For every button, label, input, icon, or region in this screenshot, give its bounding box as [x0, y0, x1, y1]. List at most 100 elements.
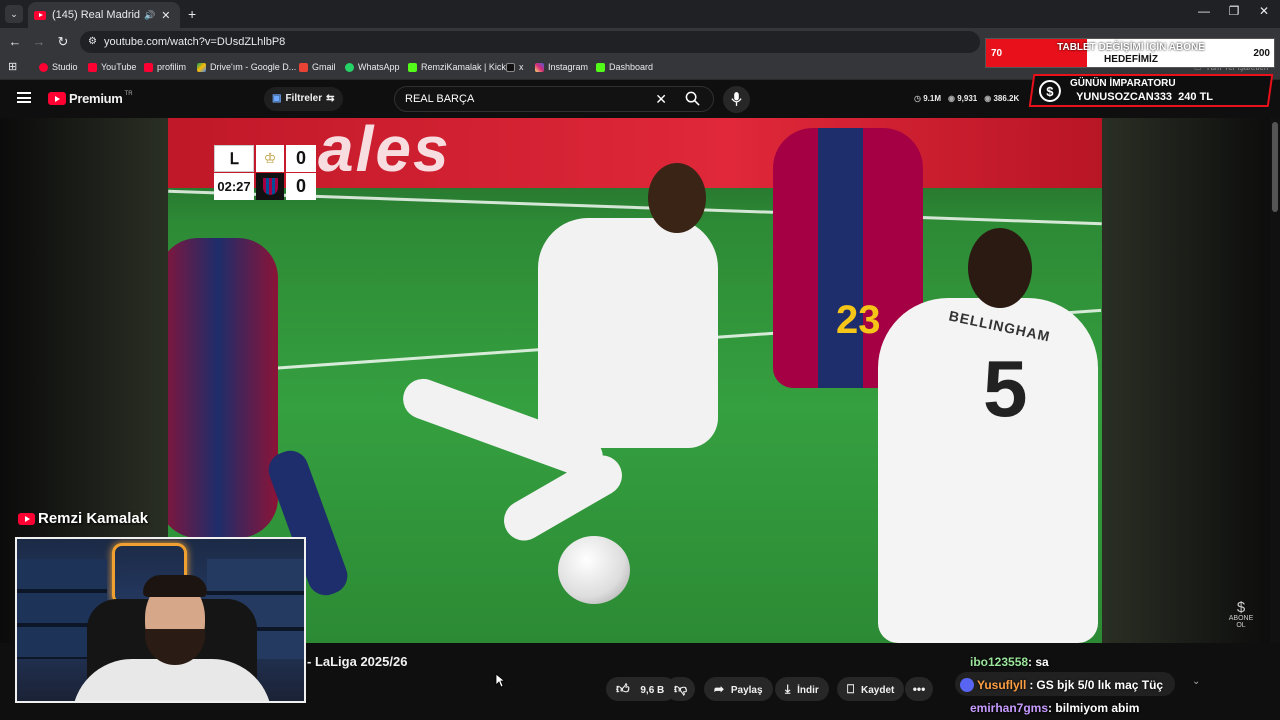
streamer-name-tag: Remzi Kamalak [18, 510, 148, 527]
match-clock: 02:27 [214, 173, 254, 200]
goal-text: TABLET DEĞİŞİMİ İÇİN ABONE HEDEFİMİZ [1057, 42, 1205, 65]
bookmark-profilim[interactable]: profilim [144, 62, 186, 72]
speaker-icon[interactable]: 🔊 [144, 10, 155, 21]
chat-username[interactable]: emirhan7gms [970, 701, 1048, 715]
instagram-icon [535, 62, 544, 72]
bookmark-x[interactable]: x [506, 62, 524, 72]
address-bar[interactable]: ⚙ youtube.com/watch?v=DUsdZLhlbP8 [80, 31, 980, 53]
filter-button[interactable]: ▣ Filtreler ⇆ [264, 87, 343, 111]
share-button[interactable]: ➦ Paylaş [704, 677, 773, 701]
player-head-bellingham [968, 228, 1032, 308]
real-madrid-crest-icon: ♔ [256, 145, 284, 172]
youtube-logo[interactable]: Premium TR [48, 91, 133, 106]
scrollbar-thumb[interactable] [1272, 122, 1278, 212]
scrollbar[interactable] [1270, 118, 1280, 643]
eye-icon: ◉ [948, 94, 955, 103]
share-icon: ➦ [714, 682, 725, 696]
youtube-icon [88, 62, 97, 72]
sliders-icon: ⇆ [326, 93, 335, 104]
studio-icon [39, 62, 48, 72]
home-score: 0 [286, 145, 316, 172]
youtube-logo-icon [48, 92, 66, 105]
emperor-title: GÜNÜN İMPARATORU [1069, 78, 1176, 89]
reload-button[interactable]: ↻ [54, 34, 72, 50]
gmail-icon [299, 62, 308, 72]
bookmark-dashboard[interactable]: Dashboard [596, 62, 653, 72]
bookmark-studio[interactable]: Studio [39, 62, 78, 72]
more-icon: ••• [912, 682, 926, 696]
player-real-vinicius [538, 218, 718, 448]
goal-current: 70 [991, 48, 1003, 59]
drive-icon [197, 62, 206, 72]
tab-search-button[interactable]: ⌄ [5, 5, 23, 23]
new-tab-button[interactable]: + [188, 6, 196, 22]
laliga-logo-icon: ᒪ [214, 145, 254, 172]
save-button[interactable]: ⎕ Kaydet [837, 677, 905, 701]
site-info-icon[interactable]: ⚙ [88, 31, 97, 53]
emperor-name: YUNUSOZCAN333 240 TL [1076, 91, 1214, 103]
clock-icon: ◷ [914, 94, 921, 103]
extension-icon: ▣ [272, 93, 282, 104]
voice-search-button[interactable] [723, 86, 750, 113]
bookmark-drive[interactable]: Drive'ım - Google D... [197, 62, 296, 72]
player-head-vinicius [648, 163, 706, 233]
top-donor-banner: $ GÜNÜN İMPARATORU YUNUSOZCAN333 240 TL [1028, 74, 1274, 107]
stream-overlay: 70 TABLET DEĞİŞİMİ İÇİN ABONE HEDEFİMİZ … [985, 37, 1275, 107]
bookmark-gmail[interactable]: Gmail [299, 62, 336, 72]
tab-close-icon[interactable]: ✕ [161, 9, 170, 22]
browser-tab-strip: ⌄ (145) Real Madrid - Barcelo 🔊 ✕ + — ❐ … [0, 0, 1280, 28]
bookmark-icon: ⎕ [847, 682, 855, 696]
tab-title: (145) Real Madrid - Barcelo [52, 9, 142, 21]
streamer-face [143, 575, 207, 665]
url-text: youtube.com/watch?v=DUsdZLhlbP8 [104, 36, 286, 48]
mouse-cursor-icon [495, 673, 505, 688]
restore-button[interactable]: ❐ [1220, 4, 1248, 18]
minimize-button[interactable]: — [1190, 4, 1218, 18]
scoreboard: ᒪ ♔ 0 02:27 0 [214, 145, 316, 200]
forward-button[interactable]: → [30, 34, 48, 49]
dollar-icon: $ [1038, 80, 1061, 102]
ad-board-text: ales [318, 118, 451, 185]
bookmark-instagram[interactable]: Instagram [535, 62, 588, 72]
watching-stat: ◉ 9,931 [948, 94, 978, 103]
whatsapp-icon [345, 62, 354, 72]
abone-watermark[interactable]: $ ABONE OL [1226, 600, 1256, 629]
subscriber-goal-bar: 70 TABLET DEĞİŞİMİ İÇİN ABONE HEDEFİMİZ … [985, 38, 1275, 68]
chat-message: emirhan7gms: bilmiyom abim [970, 701, 1139, 715]
search-icon [685, 91, 700, 106]
streamer-webcam [15, 537, 306, 703]
video-player[interactable]: ales ᒪ ♔ 0 02:27 0 23 BELLINGHAM 5 $ ABO… [168, 118, 1102, 643]
x-icon [506, 62, 515, 72]
logo-badge: TR [124, 90, 133, 97]
chat-text: GS bjk 5/0 lık maç Tüç [1036, 678, 1164, 692]
browser-tab-active[interactable]: (145) Real Madrid - Barcelo 🔊 ✕ [28, 2, 180, 28]
dislike-button[interactable]: 👎︎ [666, 677, 696, 701]
chat-message: Yusuflyll: GS bjk 5/0 lık maç Tüç [960, 678, 1163, 692]
menu-icon[interactable] [17, 92, 31, 103]
chat-username[interactable]: Yusuflyll [977, 678, 1026, 692]
chat-username[interactable]: ibo123558 [970, 655, 1028, 669]
close-window-button[interactable]: ✕ [1250, 4, 1278, 18]
bookmark-whatsapp[interactable]: WhatsApp [345, 62, 400, 72]
logo-text: Premium [69, 91, 123, 106]
kick-icon [596, 62, 605, 72]
search-button[interactable] [672, 86, 712, 112]
search-input[interactable]: REAL BARÇA ✕ [394, 86, 714, 112]
back-button[interactable]: ← [6, 34, 24, 49]
football [558, 536, 630, 604]
player-number-23: 23 [836, 298, 881, 342]
bookmark-kick[interactable]: RemziKamalak | Kick [408, 62, 506, 72]
kick-icon [408, 62, 417, 72]
youtube-icon [144, 62, 153, 72]
video-blur-right [1102, 118, 1280, 643]
youtube-logo-icon [18, 512, 35, 525]
views-stat: ◷ 9.1M [914, 94, 942, 103]
apps-icon[interactable]: ⊞ [8, 60, 17, 73]
more-actions-button[interactable]: ••• [905, 677, 933, 701]
goal-target: 200 [1253, 48, 1270, 59]
download-button[interactable]: ⤓ İndir [775, 677, 829, 701]
bookmark-youtube[interactable]: YouTube [88, 62, 136, 72]
clear-search-icon[interactable]: ✕ [655, 87, 667, 111]
chat-expand-icon[interactable]: ⌄ [1192, 676, 1200, 687]
microphone-icon [731, 92, 742, 106]
